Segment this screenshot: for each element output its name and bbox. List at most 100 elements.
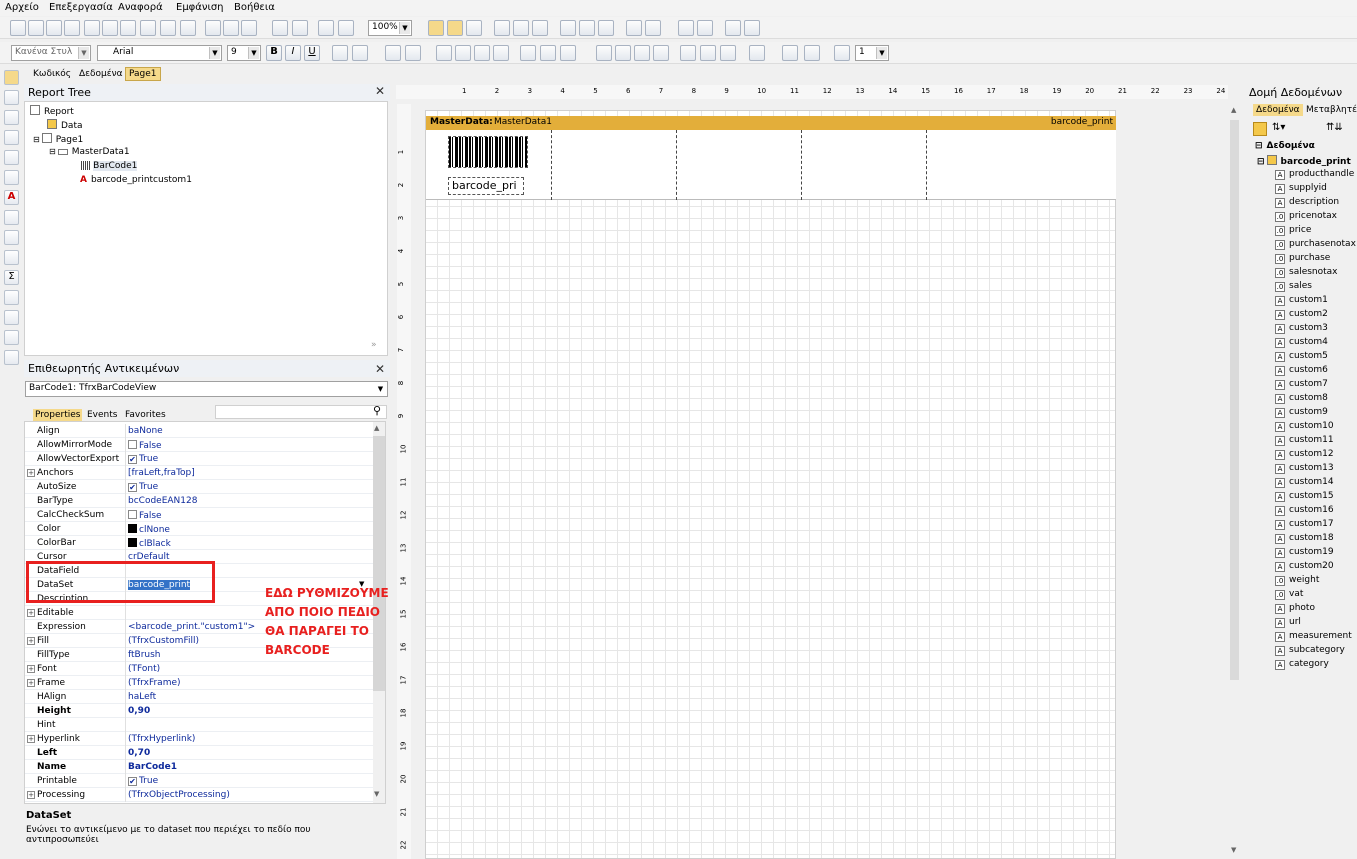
style-select[interactable]: Κανένα Στυλ ▼ — [11, 45, 91, 61]
property-value[interactable]: False — [128, 510, 162, 521]
property-row[interactable]: Height 0,90 — [25, 704, 373, 718]
checkbox-icon[interactable]: ✔ — [128, 777, 137, 786]
property-value[interactable]: clBlack — [128, 538, 171, 549]
frame-left-icon[interactable] — [634, 45, 650, 61]
tab-events[interactable]: Events — [87, 410, 117, 420]
frame-line-style-icon[interactable] — [834, 45, 850, 61]
data-field[interactable]: Asubcategory — [1275, 645, 1345, 656]
bold-button[interactable]: B — [266, 45, 282, 61]
text-align-left-icon[interactable] — [436, 45, 452, 61]
designer-scrollbar[interactable]: ▲ ▼ — [1229, 102, 1240, 859]
space-horizontal-icon[interactable] — [626, 20, 642, 36]
text-object-icon[interactable]: A — [4, 190, 19, 205]
frame-top-icon[interactable] — [596, 45, 612, 61]
menu-edit[interactable]: Επεξεργασία — [49, 2, 113, 13]
align-top-icon[interactable] — [560, 20, 576, 36]
band-icon[interactable] — [4, 170, 19, 185]
shapes-icon[interactable] — [4, 330, 19, 345]
shadow-icon[interactable] — [720, 45, 736, 61]
object-select[interactable]: BarCode1: TfrxBarCodeView ▼ — [25, 381, 388, 397]
data-field[interactable]: .0 vat — [1275, 589, 1303, 600]
data-field[interactable]: Acustom7 — [1275, 379, 1328, 390]
tree-node-report[interactable]: Report — [30, 105, 74, 117]
expand-icon[interactable]: + — [27, 637, 35, 645]
new-dialog-icon[interactable] — [102, 20, 118, 36]
checkbox-icon[interactable] — [128, 440, 137, 449]
data-field[interactable]: Acustom3 — [1275, 323, 1328, 334]
frame-right-icon[interactable] — [653, 45, 669, 61]
find-icon[interactable] — [180, 20, 196, 36]
text-top-icon[interactable] — [520, 45, 536, 61]
property-row[interactable]: HAlign haLeft — [25, 690, 373, 704]
scroll-up-icon[interactable]: ▲ — [374, 424, 379, 432]
open-icon[interactable] — [28, 20, 44, 36]
font-settings-icon[interactable] — [332, 45, 348, 61]
frame-width-select[interactable]: 1 ▼ — [855, 45, 889, 61]
property-value[interactable]: (TfrxHyperlink) — [128, 734, 195, 744]
font-select[interactable]: Arial ▼ — [97, 45, 222, 61]
barcode-text-field[interactable]: barcode_pri — [448, 177, 524, 195]
data-field[interactable]: Acustom2 — [1275, 309, 1328, 320]
cut-icon[interactable] — [205, 20, 221, 36]
highlight-icon[interactable] — [385, 45, 401, 61]
tab-properties[interactable]: Properties — [33, 409, 83, 421]
property-row[interactable]: AllowMirrorMode False — [25, 438, 373, 452]
data-field[interactable]: Ameasurement — [1275, 631, 1352, 642]
scroll-down-icon[interactable]: ▼ — [374, 790, 379, 798]
data-field[interactable]: Acustom1 — [1275, 295, 1328, 306]
property-row[interactable]: Hint — [25, 718, 373, 732]
data-field[interactable]: Acustom6 — [1275, 365, 1328, 376]
data-field[interactable]: Aurl — [1275, 617, 1301, 628]
subreport-icon[interactable] — [4, 250, 19, 265]
text-align-center-icon[interactable] — [455, 45, 471, 61]
scroll-down-icon[interactable]: ▼ — [1231, 846, 1236, 854]
property-value[interactable]: (TfrxCustomFill) — [128, 636, 199, 646]
sort-icon[interactable]: ⇅▾ — [1272, 122, 1285, 133]
menu-report[interactable]: Αναφορά — [118, 2, 163, 13]
page-settings-icon[interactable] — [140, 20, 156, 36]
property-row[interactable]: + Processing (TfrxObjectProcessing) — [25, 788, 373, 802]
data-field[interactable]: .0 purchasenotax — [1275, 239, 1356, 250]
report-page[interactable] — [425, 110, 1116, 859]
property-row[interactable]: Left 0,70 — [25, 746, 373, 760]
property-value[interactable]: haLeft — [128, 692, 156, 702]
property-value[interactable]: 0,90 — [128, 706, 150, 716]
property-search-input[interactable] — [215, 405, 387, 419]
expand-icon[interactable]: + — [27, 469, 35, 477]
tree-node-barcode1[interactable]: ||||| BarCode1 — [80, 161, 138, 171]
font-color-icon[interactable] — [352, 45, 368, 61]
chart-tool-icon[interactable] — [4, 310, 19, 325]
property-value[interactable]: ✔ True — [128, 482, 158, 492]
align-center-icon[interactable] — [513, 20, 529, 36]
property-value[interactable]: ✔ True — [128, 454, 158, 464]
text-bottom-icon[interactable] — [560, 45, 576, 61]
checkbox-icon[interactable]: ✔ — [128, 483, 137, 492]
property-row[interactable]: + Hyperlink (TfrxHyperlink) — [25, 732, 373, 746]
tab-data-tree[interactable]: Δεδομένα — [1253, 104, 1303, 116]
delete-page-icon[interactable] — [120, 20, 136, 36]
align-to-grid-icon[interactable] — [447, 20, 463, 36]
data-field[interactable]: Acustom5 — [1275, 351, 1328, 362]
property-value[interactable]: BarCode1 — [128, 762, 177, 772]
search-icon[interactable]: ⚲ — [373, 404, 381, 417]
property-row[interactable]: Align baNone — [25, 424, 373, 438]
text-tool-icon[interactable] — [4, 130, 19, 145]
data-field[interactable]: Asupplyid — [1275, 183, 1327, 194]
sort-asc-icon[interactable]: ⇈⇊ — [1326, 122, 1343, 133]
close-icon[interactable]: ✕ — [375, 362, 385, 376]
grid-icon[interactable] — [428, 20, 444, 36]
dataset-node[interactable]: ⊟ barcode_print — [1257, 155, 1351, 167]
frame-none-icon[interactable] — [700, 45, 716, 61]
new-page-icon[interactable] — [84, 20, 100, 36]
rotate-icon[interactable] — [405, 45, 421, 61]
hand-tool-icon[interactable] — [4, 90, 19, 105]
ungroup-icon[interactable] — [338, 20, 354, 36]
data-field[interactable]: Acustom10 — [1275, 421, 1334, 432]
property-value[interactable]: bcCodeEAN128 — [128, 496, 197, 506]
data-field[interactable]: .0 pricenotax — [1275, 211, 1337, 222]
frame-color-icon[interactable] — [804, 45, 820, 61]
barcode-tool-icon[interactable] — [4, 350, 19, 365]
frame-bottom-icon[interactable] — [615, 45, 631, 61]
property-row[interactable]: + Anchors [fraLeft,fraTop] — [25, 466, 373, 480]
center-vertical-icon[interactable] — [697, 20, 713, 36]
